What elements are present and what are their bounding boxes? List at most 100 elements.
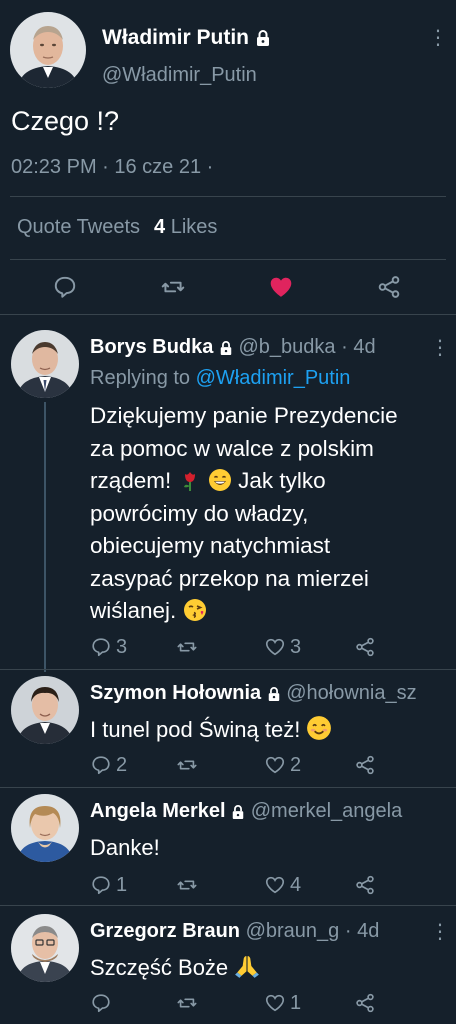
likes-label[interactable]: Likes [171,216,218,238]
reply-tweet: Szymon Hołownia @hołownia_sz I tunel pod… [0,676,456,790]
avatar[interactable] [11,676,79,744]
avatar[interactable] [11,914,79,982]
kiss-emoji [183,599,206,621]
reply-icon [92,756,110,775]
reply-tweet: Angela Merkel @merkel_angela Danke! 1 4 [0,794,456,906]
lock-icon [256,30,269,47]
author-name[interactable]: Angela Merkel [90,800,226,822]
author-name[interactable]: Borys Budka [90,336,213,358]
reply-button[interactable]: 1 [90,872,127,898]
like-button[interactable]: 4 [264,872,301,898]
share-icon [356,755,374,775]
like-button[interactable]: 2 [264,752,301,778]
reply-count: 2 [116,753,128,776]
author-handle[interactable]: @braun_g [246,920,340,942]
reply-button[interactable]: 3 [90,634,127,660]
like-button[interactable]: 1 [264,990,301,1016]
avatar[interactable] [10,12,86,88]
share-button[interactable] [354,872,380,898]
like-count: 1 [290,991,302,1014]
grin-emoji [208,469,231,491]
share-icon [356,993,374,1013]
reply-header: Borys Budka @b_budka · 4d [90,336,456,359]
lock-icon [232,804,244,819]
reply-actions: 2 2 [90,752,390,778]
like-count: 4 [290,873,302,896]
heart-icon [265,876,285,894]
heart-icon [265,756,285,774]
author-name[interactable]: Władimir Putin [102,26,271,50]
more-icon[interactable]: ⋮ [428,28,448,48]
reply-actions: 3 3 [90,634,390,660]
author-name[interactable]: Szymon Hołownia [90,682,261,704]
reply-text: I tunel pod Świną też! [90,714,440,745]
author-handle[interactable]: @b_budka [239,336,336,358]
retweet-icon [177,760,197,770]
lock-icon [268,686,279,701]
reply-icon [92,994,110,1013]
reply-icon[interactable] [52,274,78,300]
reply-text: Danke! [90,835,160,860]
tweet-actions [0,266,456,306]
retweet-button[interactable] [176,872,202,898]
share-icon [356,875,374,895]
reply-icon [92,876,110,895]
divider [0,787,456,788]
quote-tweets-link[interactable]: Quote Tweets [17,216,140,238]
author-handle[interactable]: @hołownia_sz [286,682,416,704]
like-button[interactable]: 3 [264,634,301,660]
smile-emoji [307,716,332,740]
rose-emoji [183,472,195,491]
author-handle[interactable]: @merkel_angela [251,800,403,822]
share-icon [356,637,374,657]
reply-time: · 4d [344,920,380,942]
reply-icon [92,638,110,657]
retweet-button[interactable] [176,752,202,778]
divider [10,259,446,260]
divider [10,196,446,197]
retweet-button[interactable] [176,990,202,1016]
tweet-timestamp: 02:23 PM · 16 cze 21 · [11,156,214,178]
author-handle[interactable]: @Władimir_Putin [102,64,257,87]
reply-actions: 1 4 [90,872,390,898]
divider [0,905,456,906]
share-button[interactable] [354,634,380,660]
replying-to-handle[interactable]: @Władimir_Putin [196,367,351,389]
share-icon[interactable] [376,274,402,300]
more-icon[interactable]: ⋮ [430,338,450,358]
lock-icon [220,340,232,355]
reply-header: Szymon Hołownia @hołownia_sz [90,682,456,705]
heart-icon[interactable] [268,274,294,300]
tweet-text: Czego !? [11,106,120,136]
likes-count[interactable]: 4 [154,216,165,238]
reply-text: Szczęść Boże [90,952,440,983]
avatar[interactable] [11,794,79,862]
divider [0,669,456,670]
reply-count: 1 [116,873,128,896]
reply-text: Dziękujemy panie Prezydencie za pomoc w … [90,403,398,623]
divider [0,314,456,315]
share-button[interactable] [354,990,380,1016]
retweet-button[interactable] [176,634,202,660]
reply-header: Angela Merkel @merkel_angela [90,800,456,823]
reply-tweet: Grzegorz Braun @braun_g · 4d ⋮ Szczęść B… [0,914,456,1024]
reply-count: 3 [116,635,128,658]
retweet-icon[interactable] [160,274,186,300]
retweet-icon [177,642,197,652]
tweet-stats: Quote Tweets 4 Likes [17,216,217,239]
retweet-icon [177,880,197,890]
heart-icon [265,994,285,1012]
author-name[interactable]: Grzegorz Braun [90,920,240,942]
pray-emoji [235,956,260,978]
retweet-icon [177,998,197,1008]
avatar[interactable] [11,330,79,398]
reply-button[interactable]: 2 [90,752,127,778]
more-icon[interactable]: ⋮ [430,922,450,942]
reply-time: · 4d [341,336,376,358]
share-button[interactable] [354,752,380,778]
heart-icon [265,638,285,656]
reply-tweet: Borys Budka @b_budka · 4d ⋮ Replying to … [0,330,456,670]
reply-button[interactable] [90,990,116,1016]
reply-actions: 1 [90,990,390,1016]
like-count: 3 [290,635,302,658]
